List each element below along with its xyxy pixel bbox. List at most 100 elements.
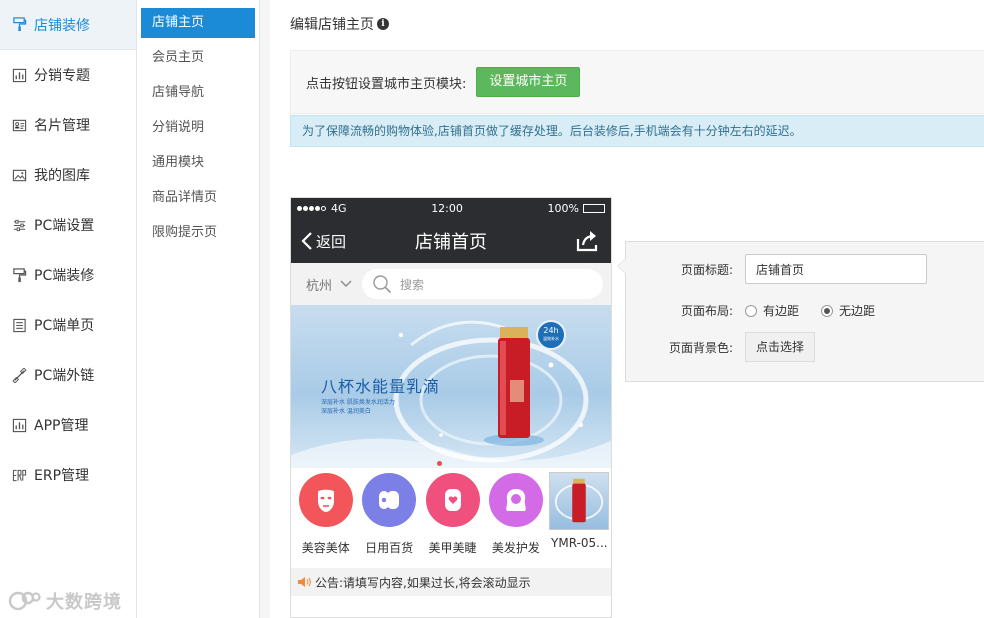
card-icon	[11, 117, 27, 133]
info-icon[interactable]: i	[377, 18, 389, 30]
page-settings-panel: 页面标题: 页面布局: 有边距 无边距 页面背景色: 点击选择	[617, 241, 984, 382]
brush-icon	[11, 267, 27, 283]
watermark-text: 大数跨境	[46, 592, 122, 613]
hair-icon	[506, 489, 526, 511]
product-bottle-image	[555, 478, 604, 523]
erp-icon	[11, 467, 27, 483]
category-circle	[298, 473, 353, 527]
nav-label: 名片管理	[34, 118, 90, 134]
sub-nav-item-shop-home[interactable]: 店铺主页	[141, 8, 255, 38]
nav-label: PC端单页	[34, 318, 95, 334]
announcement-text: 公告:请填写内容,如果过长,将会滚动显示	[315, 575, 531, 590]
radio-indicator-checked	[821, 304, 834, 317]
page-layout-label: 页面布局:	[680, 304, 733, 318]
page-title-text: 编辑店铺主页	[290, 17, 374, 33]
sub-nav-item-distribution-notes[interactable]: 分销说明	[137, 110, 259, 145]
sub-nav-item-shop-navigation[interactable]: 店铺导航	[137, 75, 259, 110]
sub-nav-item-member-home[interactable]: 会员主页	[137, 40, 259, 75]
banner-subtext: 深层补水 肌肤焕发水润活力 深层补水 温润美白	[321, 398, 395, 416]
left-nav: 店铺装修 分销专题 名片管理 我的图库 PC端设置 PC端装修 PC端单页 PC…	[0, 0, 137, 618]
page-bg-label: 页面背景色:	[668, 340, 733, 355]
carousel-indicator[interactable]	[437, 461, 442, 466]
main-content: 编辑店铺主页 i 点击按钮设置城市主页模块: 设置城市主页 为了保障流畅的购物体…	[270, 0, 984, 618]
nav-item-pc-external-link[interactable]: PC端外链	[0, 350, 136, 400]
city-home-label: 点击按钮设置城市主页模块:	[306, 76, 467, 92]
page-bg-row: 页面背景色: 点击选择	[626, 332, 816, 362]
set-city-home-button[interactable]: 设置城市主页	[476, 67, 581, 97]
page-title-label: 页面标题:	[680, 262, 733, 277]
category-hair-care[interactable]: 美发护发	[484, 468, 547, 568]
category-circle	[362, 473, 417, 527]
back-label: 返回	[316, 232, 347, 251]
signal-indicator: 4G	[297, 202, 347, 215]
page-icon	[11, 317, 27, 333]
city-name: 杭州	[306, 278, 333, 294]
sub-nav-item-product-detail[interactable]: 商品详情页	[137, 180, 259, 215]
speaker-icon	[298, 577, 311, 587]
city-home-box: 点击按钮设置城市主页模块: 设置城市主页	[290, 50, 984, 114]
category-circle	[488, 473, 543, 527]
category-label: 日用百货	[365, 541, 414, 555]
nav-label: ERP管理	[34, 468, 90, 484]
phone-search-input[interactable]: 搜索	[362, 269, 603, 299]
nav-label: PC端设置	[34, 218, 95, 234]
face-mask-icon	[317, 489, 334, 512]
cache-notice: 为了保障流畅的购物体验,店铺首页做了缓存处理。后台装修后,手机端会有十分钟左右的…	[290, 115, 984, 147]
share-icon[interactable]	[575, 230, 599, 252]
banner-headline: 八杯水能量乳滴	[321, 377, 441, 396]
nav-item-pc-single-page[interactable]: PC端单页	[0, 300, 136, 350]
category-label: 美甲美睫	[428, 541, 477, 555]
promo-banner[interactable]: 八杯水能量乳滴 深层补水 肌肤焕发水润活力 深层补水 温润美白 24h 温效补水	[291, 305, 611, 468]
chart-icon	[11, 417, 27, 433]
radio-indicator	[745, 304, 757, 317]
sub-nav: 店铺主页 会员主页 店铺导航 分销说明 通用模块 商品详情页 限购提示页	[137, 0, 260, 618]
nav-item-app-management[interactable]: APP管理	[0, 400, 136, 450]
product-thumbnail	[549, 472, 610, 530]
pick-bg-color-button[interactable]: 点击选择	[745, 332, 816, 362]
24h-badge: 24h 温效补水	[536, 320, 566, 350]
battery-indicator: 100%	[548, 202, 605, 215]
radio-label: 有边距	[763, 304, 800, 318]
badge-top: 24h	[543, 326, 559, 335]
battery-icon	[583, 204, 605, 213]
nav-item-pc-settings[interactable]: PC端设置	[0, 200, 136, 250]
phone-title-bar: 返回 店铺首页	[291, 219, 611, 263]
page-title-input[interactable]	[745, 254, 927, 284]
back-button[interactable]: 返回	[301, 219, 346, 263]
radio-label: 无边距	[839, 304, 876, 318]
tissue-roll-icon	[379, 491, 400, 509]
banner-sub-line-2: 深层补水 温润美白	[321, 408, 371, 415]
nav-label: 分销专题	[34, 68, 90, 84]
search-placeholder: 搜索	[400, 277, 425, 292]
nav-item-my-gallery[interactable]: 我的图库	[0, 150, 136, 200]
sliders-icon	[11, 217, 27, 233]
nav-item-pc-decoration[interactable]: PC端装修	[0, 250, 136, 300]
phone-status-bar: 4G 12:00 100%	[291, 198, 611, 219]
category-label: YMR-05...	[551, 536, 608, 550]
sub-nav-item-purchase-limit[interactable]: 限购提示页	[137, 215, 259, 250]
category-circle	[425, 473, 480, 527]
battery-percent: 100%	[547, 202, 579, 215]
layout-no-margin-radio[interactable]: 无边距	[821, 302, 875, 319]
category-beauty[interactable]: 美容美体	[294, 468, 357, 568]
category-product-ymr[interactable]: YMR-05...	[548, 468, 611, 568]
layout-with-margin-radio[interactable]: 有边距	[745, 302, 799, 319]
banner-sub-line-1: 深层补水 肌肤焕发水润活力	[321, 399, 395, 406]
signal-dots-icon	[297, 206, 327, 211]
watermark-logo: 大数跨境	[8, 588, 122, 614]
nav-label: PC端外链	[34, 368, 95, 384]
announcement-bar: 公告:请填写内容,如果过长,将会滚动显示	[291, 568, 611, 596]
phone-search-row: 杭州 搜索	[291, 263, 611, 305]
nav-item-card-management[interactable]: 名片管理	[0, 100, 136, 150]
page-title: 编辑店铺主页 i	[290, 14, 389, 34]
sub-nav-item-common-module[interactable]: 通用模块	[137, 145, 259, 180]
category-daily-goods[interactable]: 日用百货	[357, 468, 420, 568]
nav-label: PC端装修	[34, 268, 95, 284]
city-selector[interactable]: 杭州	[306, 275, 352, 294]
category-nails-lashes[interactable]: 美甲美睫	[421, 468, 484, 568]
nav-item-erp-management[interactable]: ERP管理	[0, 450, 136, 500]
nail-icon	[444, 489, 461, 511]
nav-item-shop-decoration[interactable]: 店铺装修	[0, 0, 136, 50]
chart-icon	[11, 67, 27, 83]
nav-item-distribution-topic[interactable]: 分销专题	[0, 50, 136, 100]
